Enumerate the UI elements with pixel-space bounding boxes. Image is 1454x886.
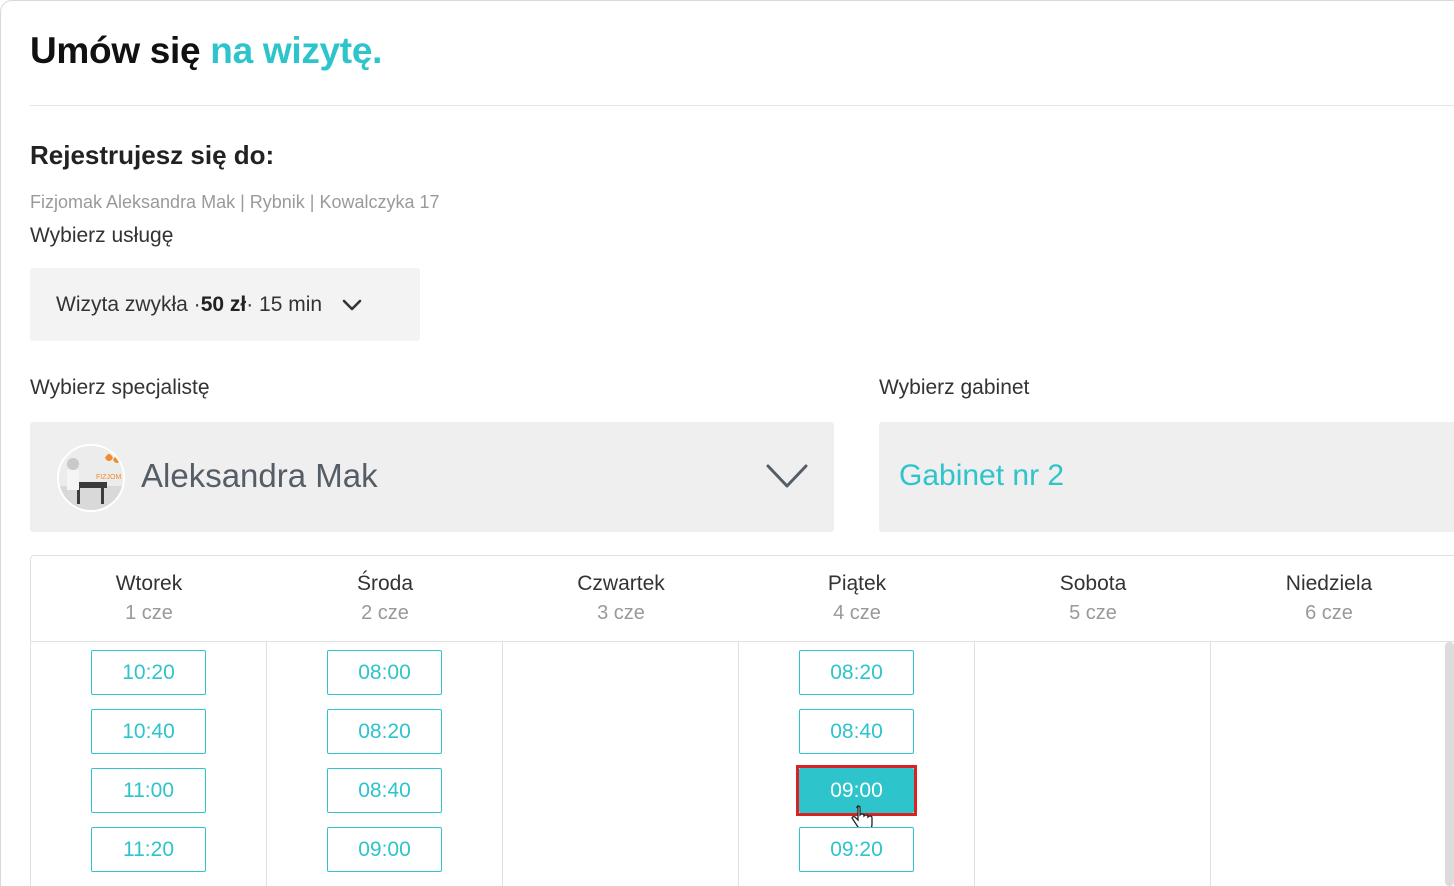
chevron-down-icon <box>342 294 364 316</box>
day-column: 08:20 08:40 09:00 09:20 <box>739 642 975 886</box>
time-slot-button[interactable]: 09:00 <box>799 768 914 813</box>
day-header: Niedziela 6 cze <box>1211 570 1447 628</box>
day-header: Środa 2 cze <box>267 570 503 628</box>
time-slot-button[interactable]: 09:20 <box>799 827 914 872</box>
avatar: FIZJOM <box>57 444 125 512</box>
page-title: Umów się na wizytę. <box>30 30 382 72</box>
time-slot-button[interactable]: 08:20 <box>799 650 914 695</box>
day-name: Piątek <box>827 572 887 595</box>
time-slot-button[interactable]: 11:00 <box>91 768 206 813</box>
day-date: 1 cze <box>125 602 173 624</box>
day-name: Czwartek <box>577 572 665 595</box>
day-header: Czwartek 3 cze <box>503 570 739 628</box>
service-name: Wizyta zwykła · <box>56 292 201 316</box>
avatar-logo-text: FIZJOM <box>96 474 121 481</box>
time-slot-button[interactable]: 08:00 <box>327 650 442 695</box>
clinic-info: Fizjomak Aleksandra Mak | Rybnik | Kowal… <box>30 192 440 212</box>
day-column: 08:00 08:20 08:40 09:00 <box>267 642 503 886</box>
booking-page: Umów się na wizytę. Rejestrujesz się do:… <box>0 0 1454 886</box>
time-slot-button[interactable]: 10:40 <box>91 709 206 754</box>
room-name: Gabinet nr 2 <box>899 459 1065 492</box>
day-date: 3 cze <box>597 602 645 624</box>
time-slot-button[interactable]: 10:20 <box>91 650 206 695</box>
time-slot-button[interactable]: 09:00 <box>327 827 442 872</box>
day-date: 2 cze <box>361 602 409 624</box>
day-column <box>1211 642 1447 886</box>
day-header: Sobota 5 cze <box>975 570 1211 628</box>
day-header: Wtorek 1 cze <box>31 570 267 628</box>
service-price: 50 zł <box>200 292 247 316</box>
day-column: 10:20 10:40 11:00 11:20 <box>31 642 267 886</box>
title-accent: na wizytę. <box>210 30 383 71</box>
room-label: Wybierz gabinet <box>879 376 1030 399</box>
specialist-select[interactable]: FIZJOM Aleksandra Mak <box>30 422 834 532</box>
day-name: Niedziela <box>1285 572 1373 595</box>
day-column <box>975 642 1211 886</box>
day-date: 4 cze <box>833 602 881 624</box>
service-duration: · 15 min <box>246 292 323 316</box>
registration-heading: Rejestrujesz się do: <box>30 140 275 170</box>
scrollbar[interactable] <box>1445 642 1454 886</box>
time-slot-button[interactable]: 08:40 <box>799 709 914 754</box>
time-slot-button[interactable]: 08:40 <box>327 768 442 813</box>
time-slot-button[interactable]: 08:20 <box>327 709 442 754</box>
day-name: Sobota <box>1059 572 1127 595</box>
room-select[interactable]: Gabinet nr 2 <box>879 422 1454 532</box>
calendar-header: Wtorek 1 cze Środa 2 cze Czwartek 3 cze Piątek… <box>31 556 1454 642</box>
title-prefix: Umów się <box>30 30 211 71</box>
day-header: Piątek 4 cze <box>739 570 975 628</box>
service-label: Wybierz usługę <box>30 224 174 247</box>
chevron-down-icon <box>764 458 810 498</box>
day-name: Środa <box>356 572 414 595</box>
day-date: 6 cze <box>1305 602 1353 624</box>
calendar: Wtorek 1 cze Środa 2 cze Czwartek 3 cze Piątek… <box>30 555 1454 886</box>
divider <box>30 105 1454 106</box>
specialist-name: Aleksandra Mak <box>141 457 378 494</box>
specialist-label: Wybierz specjalistę <box>30 376 210 399</box>
service-select[interactable]: Wizyta zwykła · 50 zł · 15 min <box>30 268 420 341</box>
day-date: 5 cze <box>1069 602 1117 624</box>
day-column <box>503 642 739 886</box>
time-slot-button[interactable]: 11:20 <box>91 827 206 872</box>
day-name: Wtorek <box>115 572 183 595</box>
